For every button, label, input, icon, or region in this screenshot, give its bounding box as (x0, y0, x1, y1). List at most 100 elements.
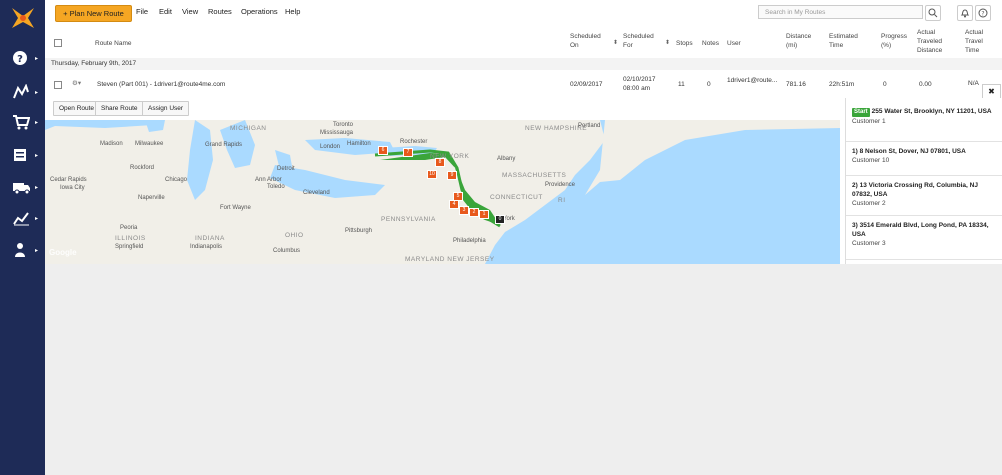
top-toolbar: + Plan New Route File Edit View Routes O… (45, 0, 1002, 27)
col-actual-distance[interactable]: Actual Traveled Distance (917, 28, 942, 55)
map-label-peoria: Peoria (120, 225, 138, 231)
map-label-indianapolis: Indianapolis (190, 244, 223, 250)
select-all-checkbox[interactable] (54, 39, 62, 47)
bell-icon[interactable] (957, 5, 973, 21)
search-icon[interactable] (925, 5, 941, 21)
stops-count: 11 (678, 81, 685, 88)
users-icon (15, 243, 25, 257)
sidebar-item-help[interactable]: ? ▸ (8, 48, 40, 70)
truck-icon (13, 183, 30, 195)
plan-new-route-button[interactable]: + Plan New Route (55, 5, 132, 22)
map-label-providence: Providence (545, 182, 576, 188)
col-stops[interactable]: Stops (676, 39, 693, 48)
map-marker[interactable]: 10 (427, 170, 437, 179)
stop-customer: Customer 2 (852, 200, 886, 207)
map-marker-end[interactable]: 0 (495, 215, 505, 224)
menu-file[interactable]: File (136, 7, 148, 16)
sidebar-item-analytics[interactable]: ▸ (8, 208, 40, 230)
stop-customer: Customer 3 (852, 240, 886, 247)
logo-icon[interactable] (10, 6, 36, 30)
map-label-hamilton: Hamilton (347, 141, 371, 147)
svg-text:?: ? (981, 11, 984, 18)
map-label-cedar-rapids: Cedar Rapids (50, 177, 87, 183)
map-label-milwaukee: Milwaukee (135, 141, 164, 147)
stop-customer: Customer 1 (852, 118, 886, 125)
map-marker[interactable]: 3 (459, 206, 469, 215)
gear-icon[interactable]: ⚙▾ (72, 79, 81, 88)
info-icon[interactable]: ? (975, 5, 991, 21)
col-scheduled-on[interactable]: Scheduled On (570, 32, 601, 50)
map-label-cleveland: Cleveland (303, 190, 330, 196)
open-route-button[interactable]: Open Route (53, 101, 101, 116)
list-item[interactable]: 1) 8 Nelson St, Dover, NJ 07801, USA Cus… (846, 142, 1002, 176)
map-label-london: London (320, 144, 341, 150)
assign-user-button[interactable]: Assign User (142, 101, 190, 116)
sidebar-item-users[interactable]: ▸ (8, 240, 40, 262)
col-notes[interactable]: Notes (702, 39, 719, 48)
col-scheduled-for[interactable]: Scheduled For (623, 32, 654, 50)
row-checkbox[interactable] (54, 81, 62, 89)
map-label-philadelphia: Philadelphia (453, 238, 486, 244)
google-logo: Google (49, 248, 77, 257)
svg-text:?: ? (17, 54, 23, 65)
list-item[interactable]: 2) 13 Victoria Crossing Rd, Columbia, NJ… (846, 176, 1002, 216)
map-marker[interactable]: 7 (403, 148, 413, 157)
col-progress[interactable]: Progress (%) (881, 32, 907, 50)
sidebar-item-routes[interactable]: ▸ (8, 82, 40, 104)
map-label-detroit: Detroit (277, 166, 295, 172)
map-label-ann-arbor: Ann Arbor (255, 177, 282, 183)
sidebar-item-vehicles[interactable]: ▸ (8, 177, 40, 199)
menu-edit[interactable]: Edit (159, 7, 172, 16)
table-row[interactable]: ⚙▾ Steven (Part 001) - 1driver1@route4me… (45, 70, 1002, 99)
route-name[interactable]: Steven (Part 001) - 1driver1@route4me.co… (97, 80, 225, 89)
stop-address: 1) 8 Nelson St, Dover, NJ 07801, USA (852, 148, 966, 155)
route-map[interactable]: MICHIGAN Mississauga Toronto Hamilton Lo… (45, 120, 840, 264)
route-user: 1driver1@route... (727, 77, 778, 84)
map-label-toledo: Toledo (267, 184, 285, 190)
stop-address: 2) 13 Victoria Crossing Rd, Columbia, NJ… (852, 182, 978, 198)
map-marker[interactable]: 9 (447, 171, 457, 180)
sidebar-item-cart[interactable]: ▸ (8, 112, 40, 134)
share-route-button[interactable]: Share Route (95, 101, 144, 116)
sidebar-item-orders[interactable]: ▸ (8, 145, 40, 167)
menu-help[interactable]: Help (285, 7, 300, 16)
map-label-grand-rapids: Grand Rapids (205, 142, 243, 148)
map-label-maryland-nj: MARYLAND NEW JERSEY (405, 256, 495, 263)
map-label-rockford: Rockford (130, 165, 155, 171)
route-detail-panel: Open Route Share Route Assign User MICHI… (45, 98, 1002, 264)
sidebar: ? ▸ ▸ ▸ ▸ ▸ ▸ ▸ (0, 0, 45, 475)
scheduled-for: 02/10/2017 08:00 am (623, 76, 656, 92)
map-marker[interactable]: 8 (435, 158, 445, 167)
map-label-pittsburgh: Pittsburgh (345, 228, 373, 234)
map-terrain (45, 120, 840, 264)
menu-view[interactable]: View (182, 7, 198, 16)
map-marker[interactable]: 1 (479, 210, 489, 219)
map-label-pennsylvania: PENNSYLVANIA (381, 216, 436, 223)
sort-icon[interactable]: ⬍ (613, 39, 618, 46)
orders-icon (14, 149, 26, 161)
map-label-massachusetts: MASSACHUSETTS (502, 172, 567, 179)
close-icon[interactable]: ✖ (982, 84, 1001, 99)
map-label-albany: Albany (497, 156, 516, 162)
menu-operations[interactable]: Operations (241, 7, 278, 16)
col-actual-time[interactable]: Actual Travel Time (965, 28, 983, 55)
list-item[interactable]: Start 255 Water St, Brooklyn, NY 11201, U… (846, 102, 1002, 142)
map-label-rochester: Rochester (400, 139, 428, 145)
col-distance[interactable]: Distance (mi) (786, 32, 811, 50)
stop-address: 255 Water St, Brooklyn, NY 11201, USA (871, 108, 992, 115)
menu-routes[interactable]: Routes (208, 7, 232, 16)
map-marker[interactable]: 4 (449, 200, 459, 209)
help-icon: ? (13, 51, 27, 65)
search-input[interactable]: Search in My Routes (758, 5, 923, 19)
map-label-illinois: ILLINOIS (115, 235, 146, 242)
map-label-chicago: Chicago (165, 177, 188, 183)
cart-icon (13, 115, 30, 130)
map-marker[interactable]: 2 (469, 208, 479, 217)
col-user[interactable]: User (727, 39, 741, 48)
col-route-name[interactable]: Route Name (95, 39, 132, 48)
list-item[interactable]: 3) 3514 Emerald Blvd, Long Pond, PA 1833… (846, 216, 1002, 260)
col-estimated-time[interactable]: Estimated Time (829, 32, 858, 50)
map-marker[interactable]: 6 (378, 146, 388, 155)
map-label-connecticut: CONNECTICUT (490, 194, 543, 201)
sort-icon[interactable]: ⬍ (665, 39, 670, 46)
